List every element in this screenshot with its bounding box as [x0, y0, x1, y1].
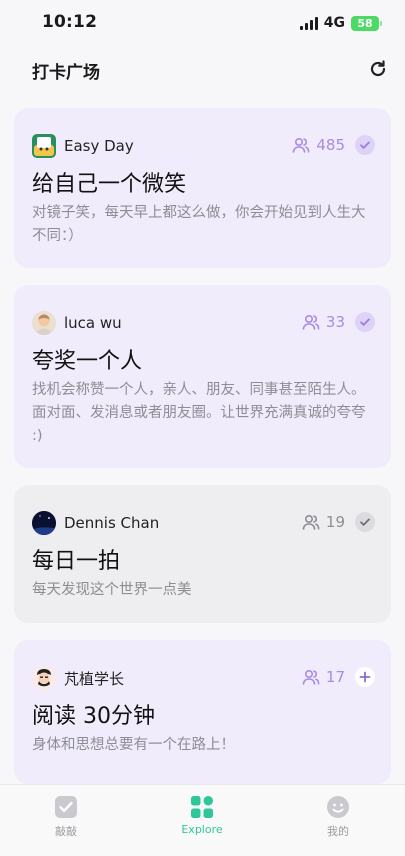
check-box-icon	[54, 795, 78, 819]
plus-icon	[359, 671, 371, 683]
card-title: 夸奖一个人	[32, 349, 143, 374]
tab-me[interactable]: 我的	[298, 795, 378, 839]
page-title: 打卡广场	[32, 63, 100, 83]
card-author[interactable]: luca wu	[32, 311, 122, 335]
members-icon	[302, 313, 320, 331]
card-description: 找机会称赞一个人，亲人、朋友、同事甚至陌生人。面对面、发消息或者朋友圈。让世界充…	[32, 382, 366, 444]
member-count: 33	[325, 313, 345, 331]
check-icon	[360, 518, 370, 526]
status-indicators: 4G 58	[299, 14, 382, 32]
checkin-feed: Easy Day 485 给自己一个微笑 对镜子笑，每天早上都这么做，你会开始见…	[14, 108, 391, 801]
card-author[interactable]: 芃植学长	[32, 666, 124, 690]
page-header: 打卡广场	[0, 52, 405, 86]
author-name: luca wu	[64, 314, 122, 332]
check-icon	[360, 141, 370, 149]
habit-card[interactable]: luca wu 33 夸奖一个人 找机会称赞一个人，亲人、朋友、同事甚至陌生人。…	[14, 285, 391, 468]
joined-check-button[interactable]	[355, 135, 375, 155]
members-icon	[292, 136, 310, 154]
joined-check-button[interactable]	[355, 312, 375, 332]
signal-icon	[299, 16, 318, 30]
card-author[interactable]: Dennis Chan	[32, 511, 159, 535]
join-button[interactable]	[355, 667, 375, 687]
status-bar: 10:12 4G 58	[0, 0, 405, 46]
network-type: 4G	[323, 15, 345, 31]
card-meta: 485	[292, 135, 375, 155]
card-description: 每天发现这个世界一点美	[32, 582, 192, 598]
avatar	[32, 511, 56, 535]
tab-knock[interactable]: 敲敲	[26, 795, 106, 839]
card-description: 身体和思想总要有一个在路上！	[32, 737, 235, 753]
member-count: 19	[325, 513, 345, 531]
author-name: Dennis Chan	[64, 514, 160, 532]
grid-icon	[190, 795, 214, 819]
refresh-icon	[370, 60, 386, 77]
members-icon	[302, 668, 320, 686]
habit-card[interactable]: 芃植学长 17 阅读 30分钟 身体和思想总要有一个在路上！	[14, 640, 391, 784]
member-count: 17	[325, 668, 345, 686]
tab-label: Explore	[181, 823, 223, 836]
card-meta: 33	[302, 312, 375, 332]
tab-explore[interactable]: Explore	[162, 795, 242, 836]
avatar	[32, 134, 56, 158]
bottom-tab-bar: 敲敲 Explore 我的	[0, 784, 405, 856]
smiley-icon	[326, 795, 350, 819]
joined-check-button[interactable]	[355, 512, 375, 532]
card-title: 给自己一个微笑	[32, 172, 187, 197]
tab-label: 敲敲	[55, 825, 77, 838]
tab-label: 我的	[327, 825, 349, 838]
battery-icon: 58	[351, 15, 382, 31]
card-meta: 19	[302, 512, 375, 532]
card-meta: 17	[302, 667, 375, 687]
habit-card[interactable]: Easy Day 485 给自己一个微笑 对镜子笑，每天早上都这么做，你会开始见…	[14, 108, 391, 268]
author-name: Easy Day	[64, 137, 134, 155]
status-time: 10:12	[42, 12, 98, 32]
check-icon	[360, 318, 370, 326]
card-description: 对镜子笑，每天早上都这么做，你会开始见到人生大不同：）	[32, 205, 366, 244]
habit-card[interactable]: Dennis Chan 19 每日一拍 每天发现这个世界一点美	[14, 485, 391, 623]
members-icon	[302, 513, 320, 531]
avatar	[32, 666, 56, 690]
card-title: 每日一拍	[32, 549, 121, 574]
avatar	[32, 311, 56, 335]
card-title: 阅读 30分钟	[32, 704, 155, 729]
card-author[interactable]: Easy Day	[32, 134, 134, 158]
refresh-button[interactable]	[365, 56, 391, 82]
battery-level: 58	[357, 16, 373, 30]
app-screen: 10:12 4G 58 打卡广场 Easy Day 485 给自己一个微笑 对镜…	[0, 0, 405, 856]
author-name: 芃植学长	[64, 669, 125, 688]
member-count: 485	[316, 136, 345, 154]
